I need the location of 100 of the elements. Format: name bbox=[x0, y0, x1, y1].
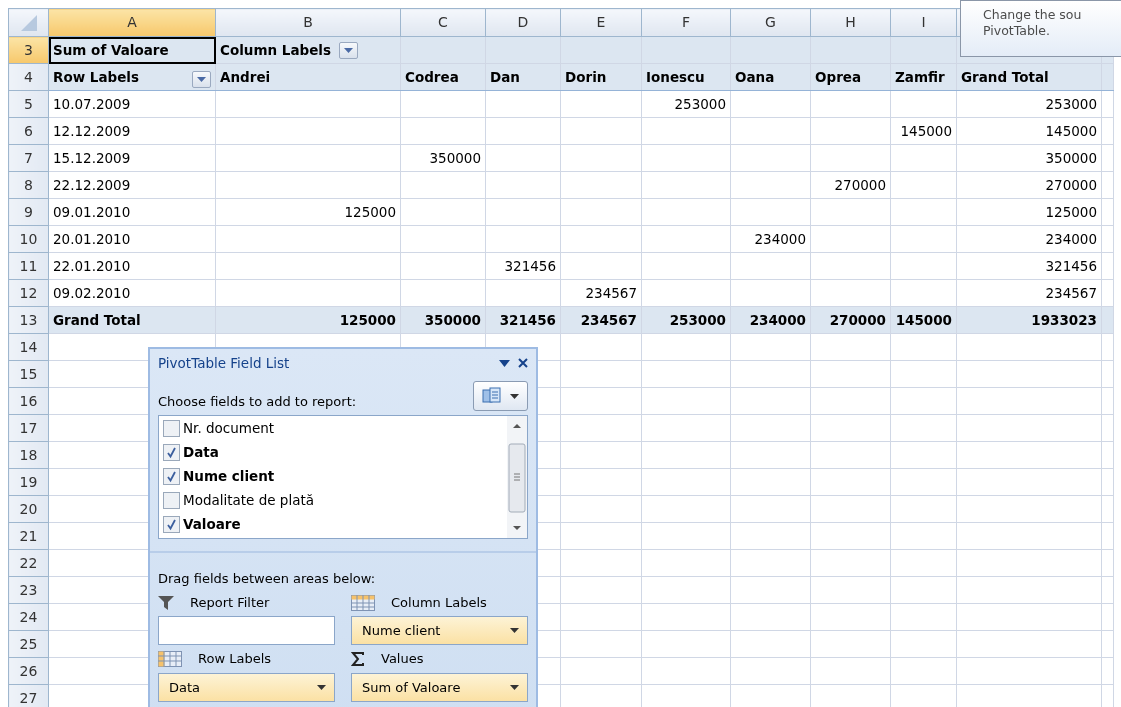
row-number[interactable]: 17 bbox=[8, 414, 49, 442]
area-field-button[interactable]: Nume client bbox=[351, 616, 528, 646]
row-number[interactable]: 5 bbox=[8, 90, 49, 118]
table-cell: 125000 bbox=[215, 306, 401, 334]
table-cell: 145000 bbox=[890, 117, 957, 145]
table-cell: 350000 bbox=[956, 144, 1102, 172]
row-label: 15.12.2009 bbox=[48, 144, 216, 172]
row-number[interactable]: 20 bbox=[8, 495, 49, 523]
column-header[interactable]: C bbox=[400, 8, 486, 37]
row-number[interactable]: 26 bbox=[8, 657, 49, 685]
checkbox[interactable] bbox=[163, 443, 180, 461]
section-label: Drag fields between areas below: bbox=[158, 570, 377, 589]
row-number[interactable]: 21 bbox=[8, 522, 49, 550]
table-cell: 125000 bbox=[215, 198, 401, 226]
table-cell: 253000 bbox=[956, 90, 1102, 118]
area-label: Report Filter bbox=[190, 593, 270, 612]
layout-button[interactable] bbox=[473, 381, 528, 412]
table-cell: Column Labels bbox=[220, 41, 331, 58]
column-header[interactable]: D bbox=[485, 8, 561, 37]
column-label: Grand Total bbox=[956, 63, 1102, 91]
filter-dropdown-button[interactable] bbox=[192, 70, 211, 88]
table-cell: 145000 bbox=[956, 117, 1102, 145]
row-number[interactable]: 22 bbox=[8, 549, 49, 577]
filter-icon bbox=[158, 595, 174, 610]
column-label: Andrei bbox=[215, 63, 401, 91]
caret-icon bbox=[317, 684, 326, 690]
column-header[interactable]: F bbox=[641, 8, 731, 37]
area-label: Row Labels bbox=[198, 650, 271, 669]
row-number[interactable]: 3 bbox=[8, 36, 49, 64]
column-header[interactable]: H bbox=[810, 8, 891, 37]
table-cell: 145000 bbox=[890, 306, 957, 334]
checkbox[interactable] bbox=[163, 419, 180, 437]
panel-title: PivotTable Field List bbox=[158, 354, 290, 373]
area-field-button[interactable]: Sum of Valoare bbox=[351, 672, 528, 702]
table-cell: 270000 bbox=[810, 306, 891, 334]
table-cell: 234000 bbox=[956, 225, 1102, 253]
row-number[interactable]: 24 bbox=[8, 603, 49, 631]
row-number[interactable]: 4 bbox=[8, 63, 49, 91]
row-number[interactable]: 16 bbox=[8, 387, 49, 415]
column-header[interactable]: E bbox=[560, 8, 642, 37]
table-cell: 1933023 bbox=[956, 306, 1102, 334]
checkbox[interactable] bbox=[163, 491, 180, 509]
checkbox[interactable] bbox=[163, 467, 180, 485]
table-cell: Row Labels bbox=[53, 68, 140, 85]
row-number[interactable]: 12 bbox=[8, 279, 49, 307]
row-number[interactable]: 10 bbox=[8, 225, 49, 253]
table-cell: 350000 bbox=[400, 306, 486, 334]
column-label: Codrea bbox=[400, 63, 486, 91]
row-number[interactable]: 13 bbox=[8, 306, 49, 334]
layout-icon bbox=[482, 387, 502, 406]
close-icon[interactable] bbox=[518, 358, 528, 369]
table-cell: 321456 bbox=[485, 306, 561, 334]
column-header[interactable]: B bbox=[215, 8, 401, 37]
area-label: Values bbox=[381, 650, 424, 669]
column-header[interactable]: G bbox=[730, 8, 811, 37]
row-number[interactable]: 11 bbox=[8, 252, 49, 280]
caret-icon bbox=[197, 76, 206, 82]
column-header[interactable]: I bbox=[890, 8, 957, 37]
area-field-button[interactable]: Data bbox=[158, 672, 335, 702]
field-label[interactable]: Valoare bbox=[183, 514, 241, 535]
row-number[interactable]: 19 bbox=[8, 468, 49, 496]
column-label: Oprea bbox=[810, 63, 891, 91]
table-cell: 253000 bbox=[641, 90, 731, 118]
caret-icon bbox=[344, 48, 353, 54]
filter-dropdown-button[interactable] bbox=[339, 42, 358, 60]
column-header[interactable]: A bbox=[48, 8, 216, 37]
field-label[interactable]: Modalitate de plată bbox=[183, 490, 315, 511]
caret-icon bbox=[510, 393, 519, 399]
column-label: Dan bbox=[485, 63, 561, 91]
field-label[interactable]: Data bbox=[183, 442, 219, 463]
field-label[interactable]: Nr. document bbox=[183, 418, 275, 439]
column-label: Oana bbox=[730, 63, 811, 91]
column-label: Dorin bbox=[560, 63, 642, 91]
scrollbar[interactable] bbox=[507, 416, 527, 539]
sigma-icon bbox=[351, 652, 365, 666]
row-label: 12.12.2009 bbox=[48, 117, 216, 145]
tooltip-text: Change the sou bbox=[983, 7, 1083, 23]
row-number[interactable]: 9 bbox=[8, 198, 49, 226]
table-cell: 270000 bbox=[956, 171, 1102, 199]
checkbox[interactable] bbox=[163, 515, 180, 533]
table-cell: 234567 bbox=[560, 306, 642, 334]
row-label: Grand Total bbox=[48, 306, 216, 334]
row-number[interactable]: 6 bbox=[8, 117, 49, 145]
row-number[interactable]: 27 bbox=[8, 684, 49, 707]
row-label: 10.07.2009 bbox=[48, 90, 216, 118]
row-label: 20.01.2010 bbox=[48, 225, 216, 253]
field-label[interactable]: Nume client bbox=[183, 466, 275, 487]
table-cell: 350000 bbox=[400, 144, 486, 172]
table-cell: 234000 bbox=[730, 306, 811, 334]
row-number[interactable]: 23 bbox=[8, 576, 49, 604]
grid-icon bbox=[158, 651, 182, 667]
table-cell: Sum of Valoare bbox=[48, 36, 216, 64]
row-number[interactable]: 15 bbox=[8, 360, 49, 388]
row-number[interactable]: 8 bbox=[8, 171, 49, 199]
row-number[interactable]: 14 bbox=[8, 333, 49, 361]
row-number[interactable]: 7 bbox=[8, 144, 49, 172]
row-number[interactable]: 25 bbox=[8, 630, 49, 658]
row-number[interactable]: 18 bbox=[8, 441, 49, 469]
dropdown-icon[interactable] bbox=[499, 359, 510, 367]
table-cell: 253000 bbox=[641, 306, 731, 334]
